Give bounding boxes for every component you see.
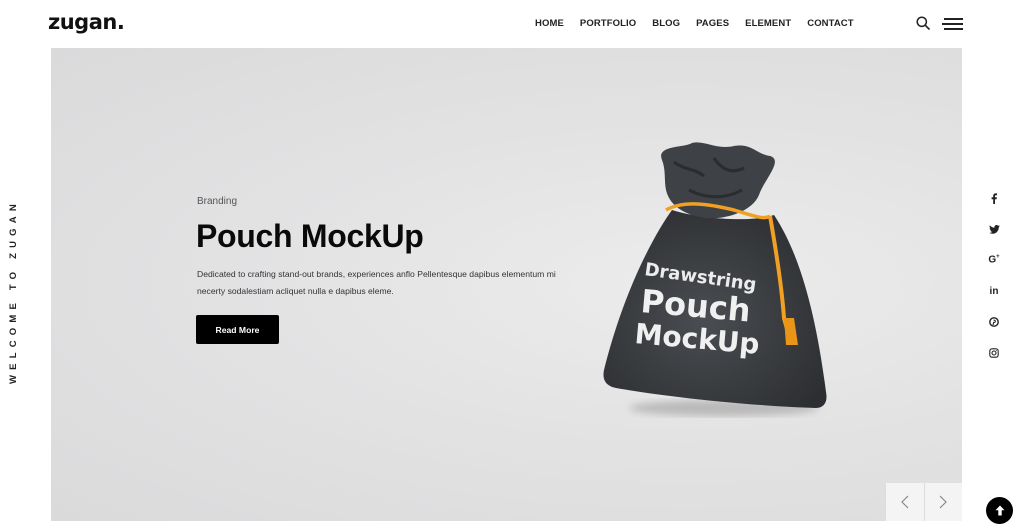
instagram-icon[interactable] xyxy=(984,345,1004,361)
slider-navigation xyxy=(885,483,962,521)
nav-element[interactable]: ELEMENT xyxy=(745,18,791,29)
nav-pages[interactable]: PAGES xyxy=(696,18,729,29)
hamburger-menu-icon[interactable] xyxy=(942,18,963,30)
chevron-left-icon xyxy=(900,495,909,509)
hero-title: Pouch MockUp xyxy=(196,218,424,254)
slider-prev-button[interactable] xyxy=(885,483,924,521)
twitter-icon[interactable] xyxy=(984,221,1004,237)
hero-description: Dedicated to crafting stand-out brands, … xyxy=(197,269,556,296)
read-more-button[interactable]: Read More xyxy=(196,315,279,344)
main-nav: HOME PORTFOLIO BLOG PAGES ELEMENT CONTAC… xyxy=(535,18,870,29)
nav-contact[interactable]: CONTACT xyxy=(807,18,853,29)
search-icon[interactable] xyxy=(916,16,930,30)
arrow-up-icon xyxy=(995,505,1004,516)
google-plus-icon[interactable]: G+ xyxy=(984,252,1004,268)
facebook-icon[interactable] xyxy=(984,190,1004,206)
chevron-right-icon xyxy=(939,495,948,509)
nav-blog[interactable]: BLOG xyxy=(652,18,680,29)
nav-portfolio[interactable]: PORTFOLIO xyxy=(580,18,636,29)
slider-next-button[interactable] xyxy=(923,483,962,521)
pouch-mockup-image: Drawstring Pouch MockUp xyxy=(603,142,827,416)
pinterest-icon[interactable] xyxy=(984,314,1004,330)
site-header: zugan. HOME PORTFOLIO BLOG PAGES ELEMENT… xyxy=(0,0,1024,48)
logo[interactable]: zugan. xyxy=(48,10,125,34)
scroll-to-top-button[interactable] xyxy=(986,497,1013,524)
welcome-vertical-text: WELCOME TO ZUGAN xyxy=(8,199,19,384)
hero-category: Branding xyxy=(197,196,238,207)
linkedin-icon[interactable]: in xyxy=(984,283,1004,299)
nav-home[interactable]: HOME xyxy=(535,18,564,29)
